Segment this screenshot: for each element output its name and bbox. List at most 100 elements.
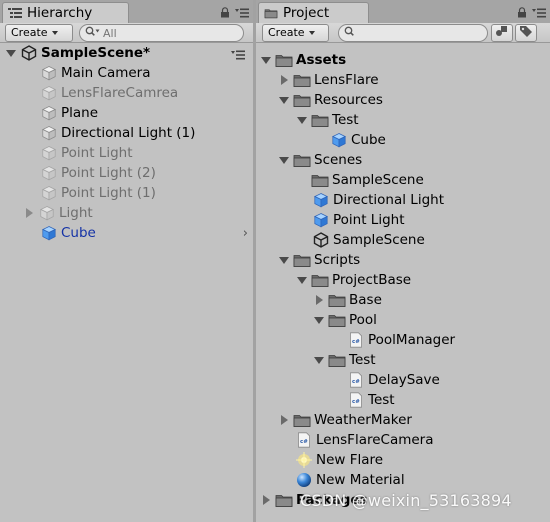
expand-arrow-icon[interactable] xyxy=(23,208,35,218)
gameobject-cube-icon xyxy=(40,125,58,141)
hierarchy-item[interactable]: Cube › xyxy=(40,223,250,243)
hierarchy-tabstrip: Hierarchy xyxy=(0,0,253,23)
expand-arrow-icon[interactable] xyxy=(314,316,324,324)
tree-asset-test-script[interactable]: Test xyxy=(347,390,395,410)
tree-asset-samplescene[interactable]: SampleScene xyxy=(312,230,425,250)
hierarchy-item[interactable]: Point Light (2) xyxy=(40,163,156,183)
tab-project[interactable]: Project xyxy=(258,2,369,23)
flare-icon xyxy=(295,452,313,468)
expand-arrow-icon[interactable] xyxy=(5,49,17,57)
search-by-type-button[interactable] xyxy=(491,24,513,42)
tree-item-label: SampleScene xyxy=(333,232,425,248)
collapse-arrow-icon[interactable] xyxy=(262,495,270,505)
filter-type-icon xyxy=(495,25,509,41)
tag-icon xyxy=(519,25,533,41)
folder-icon xyxy=(264,7,278,19)
tree-item-label: LensFlareCamera xyxy=(316,432,434,448)
tree-item-label: Base xyxy=(349,292,382,308)
tree-asset-new-material[interactable]: New Material xyxy=(295,470,405,490)
hierarchy-search-field[interactable] xyxy=(79,24,244,42)
expand-arrow-icon[interactable] xyxy=(279,156,289,164)
tree-folder-pool[interactable]: Pool xyxy=(313,310,377,330)
hierarchy-item[interactable]: LensFlareCamrea xyxy=(40,83,178,103)
tree-item-label: New Material xyxy=(316,472,405,488)
project-toolbar: Create xyxy=(256,23,550,43)
expand-arrow-icon[interactable] xyxy=(297,116,307,124)
tree-asset-poolmanager[interactable]: PoolManager xyxy=(347,330,455,350)
csharp-script-icon xyxy=(347,392,365,408)
chevron-right-icon[interactable]: › xyxy=(243,226,248,241)
tree-item-label: Test xyxy=(332,112,359,128)
expand-arrow-icon[interactable] xyxy=(314,356,324,364)
tree-folder-scripts[interactable]: Scripts xyxy=(278,250,360,270)
hierarchy-item-label: Point Light xyxy=(61,145,133,161)
project-create-button[interactable]: Create xyxy=(262,24,329,42)
scene-header[interactable]: SampleScene* xyxy=(5,43,249,63)
hierarchy-item[interactable]: Point Light xyxy=(40,143,133,163)
hierarchy-item[interactable]: Light xyxy=(23,203,93,223)
lock-icon[interactable] xyxy=(220,6,230,22)
prefab-cube-icon xyxy=(312,192,330,208)
unity-scene-icon xyxy=(312,232,330,248)
tab-hierarchy[interactable]: Hierarchy xyxy=(2,2,129,23)
tree-item-label: Resources xyxy=(314,92,383,108)
tree-asset-delaysave[interactable]: DelaySave xyxy=(347,370,440,390)
folder-icon xyxy=(328,352,346,368)
tree-item-label: Point Light xyxy=(333,212,405,228)
chevron-down-icon xyxy=(308,31,315,35)
project-search-input[interactable] xyxy=(358,26,478,40)
tree-asset-lensflarecamera[interactable]: LensFlareCamera xyxy=(295,430,434,450)
collapse-arrow-icon[interactable] xyxy=(280,415,288,425)
tree-folder-resources[interactable]: Resources xyxy=(278,90,383,110)
tree-folder-scenes[interactable]: Scenes xyxy=(278,150,362,170)
hierarchy-toolbar: Create xyxy=(0,23,253,43)
search-by-label-button[interactable] xyxy=(515,24,537,42)
project-tab-label: Project xyxy=(283,5,330,21)
tree-folder-samplescene[interactable]: SampleScene xyxy=(311,170,424,190)
project-panel: Project Create Assets LensFlare Resource… xyxy=(256,0,550,522)
folder-icon xyxy=(293,412,311,428)
project-search-field[interactable] xyxy=(338,24,488,42)
tree-folder-test[interactable]: Test xyxy=(296,110,359,130)
hierarchy-item[interactable]: Main Camera xyxy=(40,63,151,83)
tree-folder-lensflare[interactable]: LensFlare xyxy=(278,70,379,90)
material-sphere-icon xyxy=(295,472,313,488)
collapse-arrow-icon[interactable] xyxy=(280,75,288,85)
folder-icon xyxy=(293,72,311,88)
hierarchy-create-button[interactable]: Create xyxy=(5,24,73,42)
hierarchy-item[interactable]: Point Light (1) xyxy=(40,183,156,203)
tree-folder-test2[interactable]: Test xyxy=(313,350,376,370)
search-icon xyxy=(344,26,356,40)
tree-asset-cube-prefab[interactable]: Cube xyxy=(330,130,386,150)
expand-arrow-icon[interactable] xyxy=(279,256,289,264)
hierarchy-item[interactable]: Plane xyxy=(40,103,98,123)
gameobject-cube-icon xyxy=(40,65,58,81)
hierarchy-item-label: Plane xyxy=(61,105,99,121)
tree-folder-weathermaker[interactable]: WeatherMaker xyxy=(278,410,412,430)
csharp-script-icon xyxy=(295,432,313,448)
unity-scene-icon xyxy=(20,45,38,61)
watermark-text: CSDN @weixin_53163894 xyxy=(300,491,512,510)
search-icon xyxy=(85,26,101,40)
menu-icon[interactable] xyxy=(532,6,546,22)
chevron-down-icon xyxy=(51,31,58,35)
hierarchy-item[interactable]: Directional Light (1) xyxy=(40,123,195,143)
folder-icon xyxy=(311,272,329,288)
scene-menu-icon[interactable] xyxy=(231,48,245,64)
tree-folder-assets[interactable]: Assets xyxy=(260,50,346,70)
collapse-arrow-icon[interactable] xyxy=(315,295,323,305)
expand-arrow-icon[interactable] xyxy=(261,56,271,64)
create-label: Create xyxy=(11,26,48,39)
tree-item-label: Scenes xyxy=(314,152,363,168)
tree-folder-projectbase[interactable]: ProjectBase xyxy=(296,270,411,290)
hierarchy-search-input[interactable] xyxy=(103,26,243,40)
menu-icon[interactable] xyxy=(235,6,249,22)
tree-asset-directional-light[interactable]: Directional Light xyxy=(312,190,444,210)
tree-item-label: SampleScene xyxy=(332,172,424,188)
lock-icon[interactable] xyxy=(517,6,527,22)
expand-arrow-icon[interactable] xyxy=(279,96,289,104)
tree-folder-base[interactable]: Base xyxy=(313,290,382,310)
tree-asset-new-flare[interactable]: New Flare xyxy=(295,450,383,470)
tree-asset-point-light[interactable]: Point Light xyxy=(312,210,405,230)
expand-arrow-icon[interactable] xyxy=(297,276,307,284)
